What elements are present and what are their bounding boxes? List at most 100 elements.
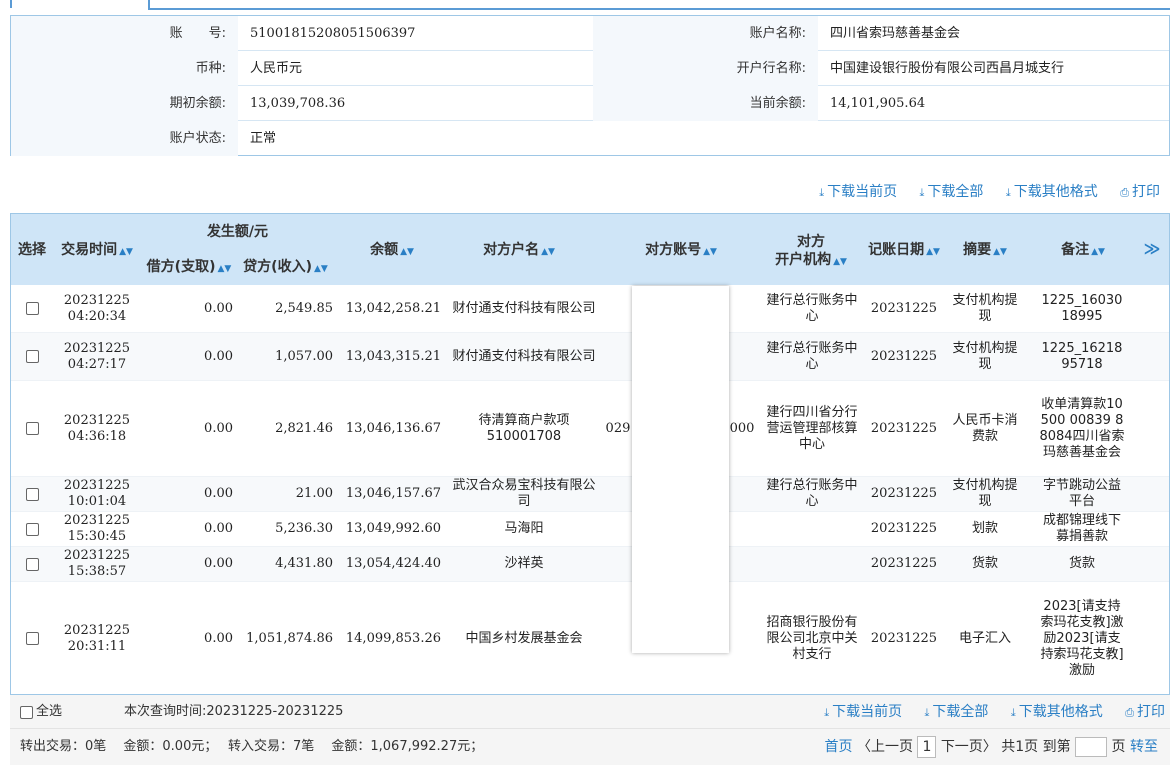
cell-debit-text: 0.00	[204, 348, 233, 364]
currency-value: 人民币元	[250, 61, 303, 76]
cell-bank	[765, 512, 859, 546]
row-select[interactable]	[11, 333, 53, 380]
cell-name: 财付通支付科技有限公司	[451, 333, 597, 380]
cell-time: 20231225 04:20:34	[53, 285, 141, 332]
cell-name-text: 财付通支付科技有限公司	[452, 348, 596, 364]
row-select[interactable]	[11, 547, 53, 581]
select-all-checkbox[interactable]	[20, 705, 33, 719]
row-checkbox[interactable]	[25, 302, 39, 315]
row-select[interactable]	[11, 582, 53, 695]
cell-credit-text: 1,051,874.86	[246, 630, 333, 646]
status-label: 账户状态:	[11, 121, 238, 156]
cell-summary: 支付机构提现	[951, 333, 1019, 380]
download-current-button[interactable]: ⤓ 下载当前页	[819, 184, 897, 200]
row-select[interactable]	[11, 477, 53, 511]
cell-credit: 4,431.80	[233, 547, 333, 581]
summary-bar: 转出交易：0笔 金额：0.00元； 转入交易：7笔 金额：1,067,992.2…	[10, 729, 1170, 765]
cell-debit-text: 0.00	[204, 521, 233, 536]
download-other-button[interactable]: ⤓ 下载其他格式	[1011, 704, 1103, 720]
cell-name: 马海阳	[451, 512, 597, 546]
row-checkbox[interactable]	[25, 557, 39, 571]
cell-remark: 2023[请支持索玛花支教]激励2023[请支持索玛花支教]激励	[1039, 582, 1125, 695]
cell-time-date: 20231225	[63, 548, 131, 563]
cell-remark-text: 字节跳动公益平台	[1042, 478, 1121, 509]
download-all-button[interactable]: ⤓ 下载全部	[920, 184, 984, 200]
col-book-date[interactable]: 记账日期 ▲▼	[863, 241, 945, 261]
first-page-link[interactable]: 首页	[825, 739, 853, 755]
col-summary[interactable]: 摘要 ▲▼	[945, 241, 1025, 261]
cell-balance: 13,046,136.67	[333, 381, 441, 476]
account-name-value: 四川省索玛慈善基金会	[830, 26, 961, 41]
row-checkbox[interactable]	[25, 522, 39, 536]
print-button[interactable]: ⎙ 打印	[1120, 184, 1160, 200]
cell-balance-text: 13,054,424.40	[345, 556, 441, 571]
row-select[interactable]	[11, 381, 53, 476]
cell-summary-text: 人民币卡消费款	[952, 412, 1018, 444]
next-page-link[interactable]: 下一页〉	[941, 739, 997, 755]
cell-date-text: 20231225	[870, 420, 938, 436]
download-current-button[interactable]: ⤓ 下载当前页	[824, 704, 902, 720]
cell-balance-text: 13,049,992.60	[345, 521, 441, 536]
row-select[interactable]	[11, 285, 53, 332]
cell-debit: 0.00	[141, 285, 233, 332]
cell-name-text: 待清算商户款项510001708	[478, 412, 570, 444]
footer-bar: 全选 本次查询时间:20231225-20231225 ⤓ 下载当前页 ⤓ 下载全部…	[10, 695, 1170, 729]
row-checkbox[interactable]	[25, 632, 39, 645]
print-button[interactable]: ⎙ 打印	[1125, 704, 1165, 720]
cell-debit: 0.00	[141, 333, 233, 380]
download-all-button[interactable]: ⤓ 下载全部	[925, 704, 989, 720]
prev-page-link[interactable]: 〈上一页	[857, 739, 913, 755]
col-credit[interactable]: 贷方(收入) ▲▼	[237, 258, 334, 278]
select-all[interactable]: 全选	[20, 695, 62, 729]
cell-remark: 收单清算款10500 00839 88084四川省索玛慈善基金会	[1039, 381, 1125, 476]
print-icon: ⎙	[1125, 706, 1134, 719]
col-debit[interactable]: 借方(支取) ▲▼	[141, 258, 237, 278]
cell-credit-text: 2,549.85	[275, 300, 333, 316]
table-row: 20231225 04:20:34 0.00 2,549.85 13,042,258.2…	[11, 285, 1169, 333]
cell-bank	[765, 547, 859, 581]
cell-time-date: 20231225	[63, 622, 131, 638]
row-checkbox[interactable]	[25, 422, 39, 435]
status-value: 正常	[250, 131, 277, 146]
cell-date-text: 20231225	[870, 348, 938, 364]
cell-date: 20231225	[863, 333, 945, 380]
col-remark[interactable]: 备注 ▲▼	[1041, 241, 1125, 261]
download-icon: ⤓	[924, 706, 930, 719]
cell-bank-text: 招商银行股份有限公司北京中关村支行	[766, 614, 858, 662]
col-time[interactable]: 交易时间 ▲▼	[53, 241, 141, 261]
cell-credit: 1,051,874.86	[233, 582, 333, 695]
col-counterparty-name[interactable]: 对方户名 ▲▼	[443, 241, 595, 261]
row-checkbox[interactable]	[25, 350, 39, 363]
cell-name: 待清算商户款项510001708	[451, 381, 597, 476]
cell-summary-text: 划款	[971, 521, 998, 536]
col-amount-group: 发生额/元	[206, 224, 269, 240]
more-columns-icon[interactable]: ≫	[1137, 240, 1167, 258]
sort-icon: ▲▼	[217, 264, 232, 274]
transactions-table: 选择 交易时间 ▲▼ 发生额/元 借方(支取) ▲▼ 贷方(收入) ▲▼ 余额 ▲▼ 对…	[10, 213, 1170, 696]
cell-time-clock: 04:20:34	[67, 308, 127, 324]
cell-time-date: 20231225	[63, 340, 131, 356]
row-checkbox[interactable]	[25, 487, 39, 501]
table-row: 20231225 15:38:57 0.00 4,431.80 13,054,424.4…	[11, 547, 1169, 582]
col-counterparty-bank[interactable]: 对方 开户机构 ▲▼	[761, 233, 861, 271]
col-counterparty-account[interactable]: 对方账号 ▲▼	[601, 241, 761, 261]
bank-value: 中国建设银行股份有限公司西昌月城支行	[830, 61, 1065, 76]
cell-date-text: 20231225	[870, 486, 938, 501]
cell-name-text: 中国乡村发展基金会	[465, 630, 583, 646]
cell-remark-text: 货款	[1068, 556, 1095, 571]
row-select[interactable]	[11, 512, 53, 546]
sort-icon: ▲▼	[703, 247, 717, 257]
total-pages: 共1页	[1001, 739, 1039, 755]
cell-summary-text: 支付机构提现	[952, 340, 1018, 372]
goto-button[interactable]: 转至	[1130, 739, 1158, 755]
cell-time-clock: 10:01:04	[67, 494, 127, 509]
cell-remark-text: 成都锦理线下募捐善款	[1042, 513, 1121, 544]
download-other-button[interactable]: ⤓ 下载其他格式	[1006, 184, 1098, 200]
print-icon: ⎙	[1120, 186, 1129, 199]
col-select: 选择	[18, 242, 46, 258]
goto-page-input[interactable]	[1075, 737, 1108, 757]
account-info-panel: 账 号: 51001815208051506397 账户名称: 四川省索玛慈善基…	[10, 15, 1170, 156]
cell-time: 20231225 04:36:18	[53, 381, 141, 476]
col-balance[interactable]: 余额 ▲▼	[341, 241, 443, 261]
bottom-actions: ⤓ 下载当前页 ⤓ 下载全部 ⤓ 下载其他格式 ⎙ 打印	[806, 702, 1165, 722]
